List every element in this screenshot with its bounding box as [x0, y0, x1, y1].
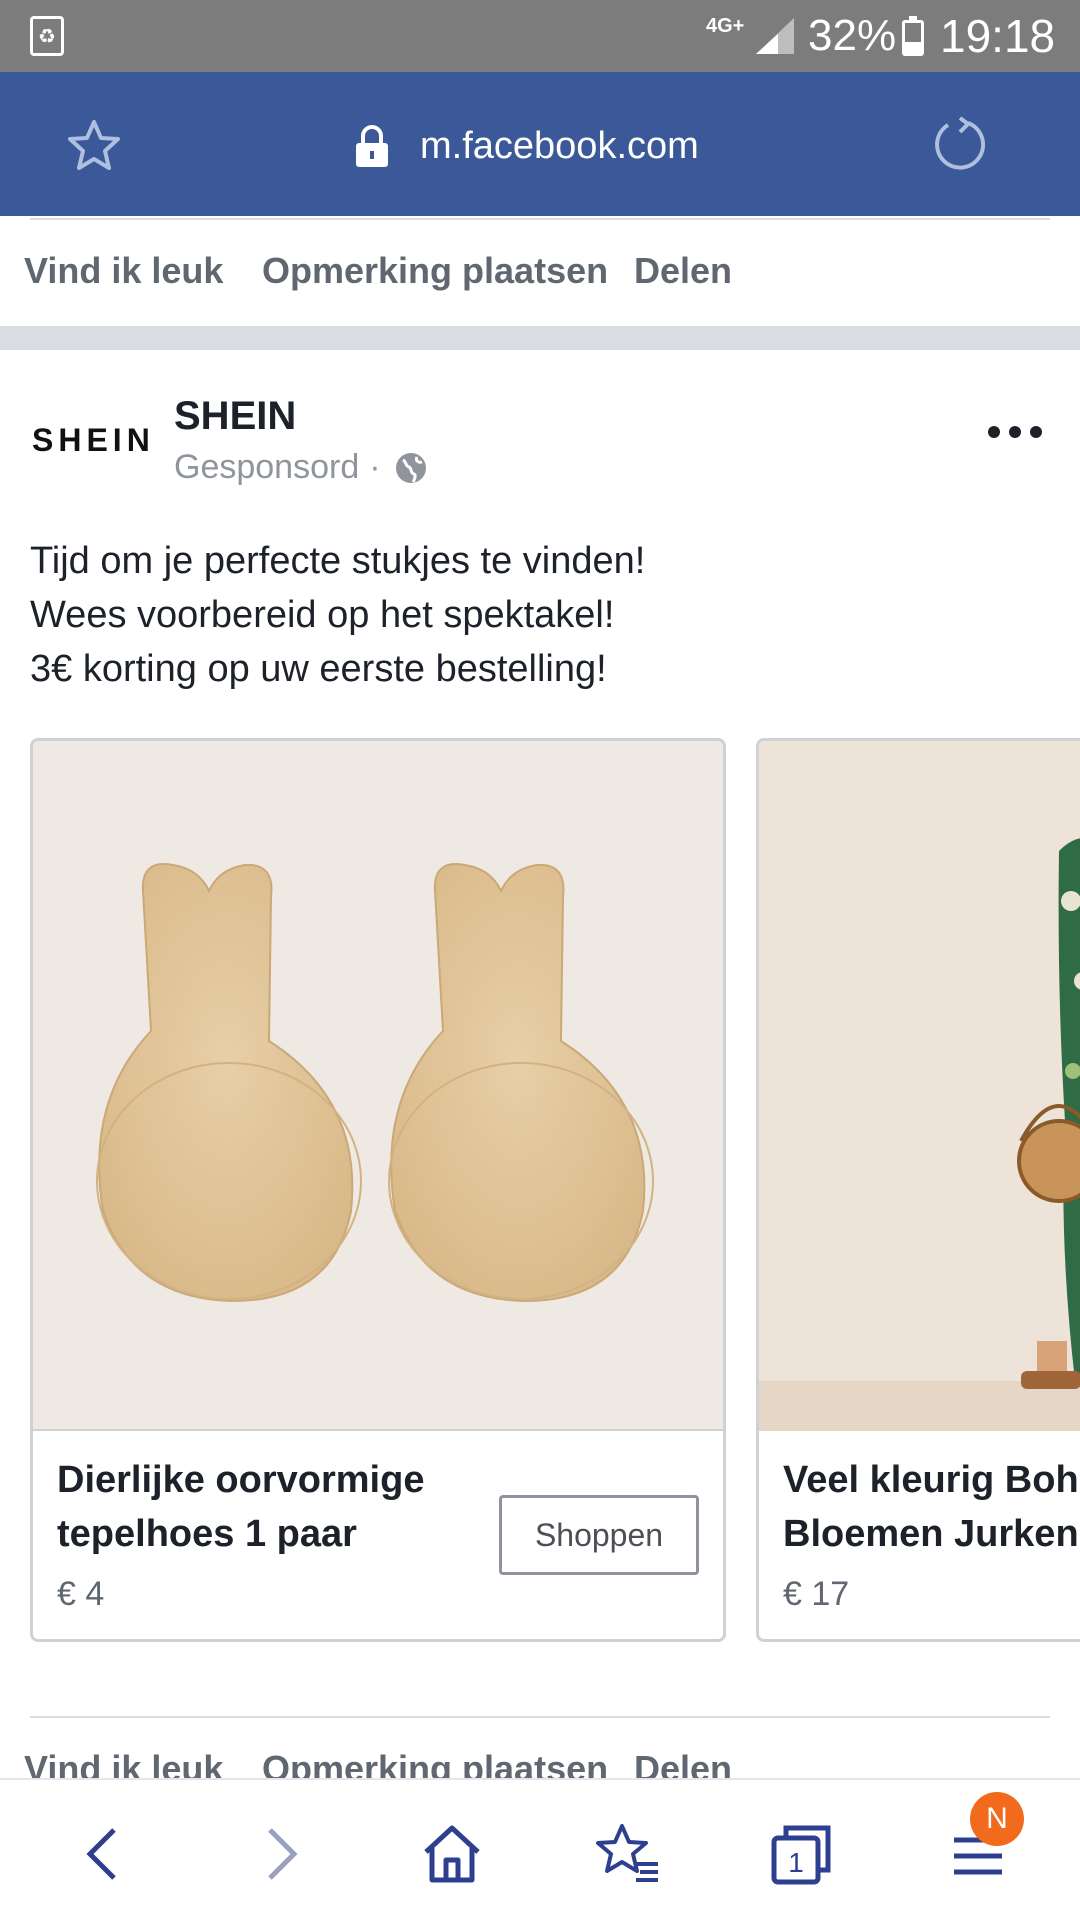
- browser-url-bar: m.facebook.com: [0, 72, 1080, 216]
- notification-badge: N: [970, 1792, 1024, 1846]
- tabs-count: 1: [788, 1847, 804, 1878]
- post-actions-top: Vind ik leuk Opmerking plaatsen Delen: [0, 236, 1080, 306]
- share-button[interactable]: Delen: [634, 236, 732, 306]
- forward-icon[interactable]: [244, 1818, 316, 1890]
- signal-icon: [756, 18, 794, 54]
- tabs-icon[interactable]: 1: [766, 1818, 838, 1890]
- product-price: € 4: [57, 1575, 105, 1613]
- product-price: € 17: [783, 1575, 850, 1613]
- bookmarks-icon[interactable]: [592, 1818, 664, 1890]
- carousel-card[interactable]: Veel kleurig Boh Bloemen Jurken € 17: [756, 738, 1080, 1642]
- post-text-line: 3€ korting op uw eerste bestelling!: [30, 648, 607, 690]
- post-meta: Gesponsord ·: [174, 448, 427, 487]
- comment-button[interactable]: Opmerking plaatsen: [262, 236, 608, 306]
- shop-now-button[interactable]: Shoppen: [499, 1495, 699, 1575]
- post-text: Tijd om je perfecte stukjes te vinden! W…: [30, 534, 645, 696]
- product-image[interactable]: [759, 741, 1080, 1431]
- product-title[interactable]: Veel kleurig Boh Bloemen Jurken: [783, 1453, 1079, 1561]
- product-title-line: Veel kleurig Boh: [783, 1459, 1079, 1501]
- star-icon[interactable]: [66, 118, 122, 174]
- back-icon[interactable]: [68, 1818, 140, 1890]
- divider: [30, 218, 1050, 220]
- recycle-icon: ♻: [30, 16, 64, 56]
- dress-photo-illustration: [759, 838, 1080, 1431]
- product-title-line: tepelhoes 1 paar: [57, 1513, 357, 1555]
- like-button[interactable]: Vind ik leuk: [24, 236, 223, 306]
- browser-bottom-nav: 1: [0, 1778, 1080, 1920]
- reload-icon[interactable]: [930, 114, 990, 174]
- divider: [30, 1716, 1050, 1718]
- globe-icon: [395, 452, 426, 483]
- post-text-line: Wees voorbereid op het spektakel!: [30, 594, 615, 636]
- network-type: 4G+: [706, 15, 745, 37]
- post-text-line: Tijd om je perfecte stukjes te vinden!: [30, 540, 646, 582]
- clock: 19:18: [940, 10, 1056, 62]
- feed-separator: [0, 326, 1080, 350]
- page-avatar-logo[interactable]: SHEIN: [32, 422, 155, 459]
- url-text[interactable]: m.facebook.com: [420, 124, 699, 168]
- page-name[interactable]: SHEIN: [174, 394, 296, 439]
- product-title-line: Dierlijke oorvormige: [57, 1459, 425, 1501]
- meta-separator: ·: [369, 448, 381, 486]
- lock-icon: [356, 125, 388, 167]
- product-title[interactable]: Dierlijke oorvormige tepelhoes 1 paar: [57, 1453, 424, 1561]
- battery-percent: 32%: [808, 11, 897, 60]
- sponsored-label: Gesponsord: [174, 448, 360, 486]
- more-options-icon[interactable]: [988, 420, 1042, 444]
- status-bar: ♻ 4G+ 32% 19:18: [0, 0, 1080, 72]
- home-icon[interactable]: [416, 1818, 488, 1890]
- carousel-card[interactable]: Dierlijke oorvormige tepelhoes 1 paar € …: [30, 738, 726, 1642]
- product-title-line: Bloemen Jurken: [783, 1513, 1079, 1555]
- battery-icon: [902, 16, 924, 56]
- product-image[interactable]: [33, 741, 723, 1431]
- nipple-cover-illustration: [96, 863, 654, 1303]
